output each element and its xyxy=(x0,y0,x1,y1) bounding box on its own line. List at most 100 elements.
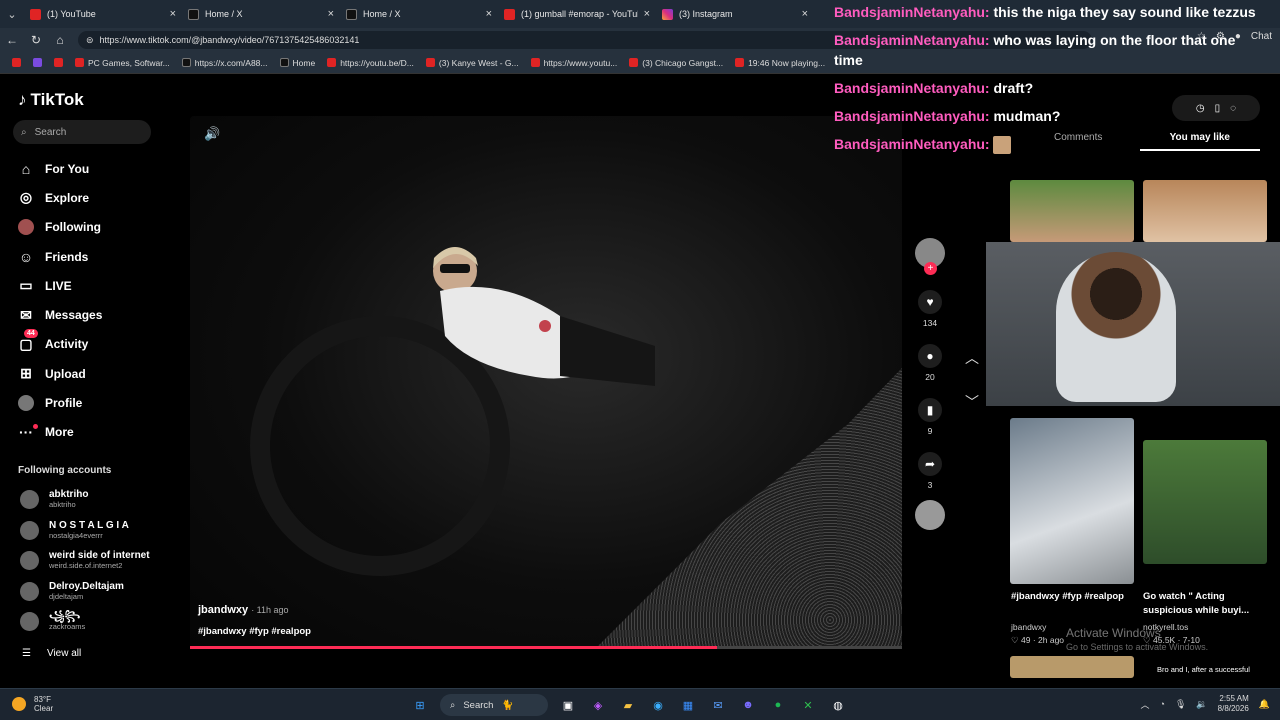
like-button[interactable]: ♥ xyxy=(918,290,942,314)
card-caption[interactable]: #jbandwxy #fyp #realpop xyxy=(1011,590,1129,604)
search-highlight-icon: 🐈 xyxy=(501,699,514,711)
system-tray: ︿ ◔ 🎙 🔉 2:55 AM 8/8/2026 🔔 xyxy=(1141,694,1270,714)
share-button[interactable]: ➦ xyxy=(918,452,942,476)
view-all-link[interactable]: ☰ View all xyxy=(22,648,81,659)
xbox-icon[interactable]: ✕ xyxy=(798,695,818,715)
follow-plus-icon[interactable]: + xyxy=(924,262,937,275)
emote-icon xyxy=(993,136,1012,155)
following-account[interactable]: Delroy.Deltajam djdeltajam xyxy=(20,581,124,601)
following-account[interactable]: ꧁꧂ zackroams xyxy=(20,611,85,631)
recommended-video-thumb[interactable] xyxy=(1143,180,1267,242)
notification-bell-icon[interactable]: 🔔 xyxy=(1259,699,1270,710)
avatar xyxy=(20,611,39,631)
search-input[interactable]: ⌕ Search xyxy=(13,120,151,144)
save-button[interactable]: ▮ xyxy=(918,398,942,422)
video-progress-bar[interactable] xyxy=(190,646,902,649)
taskbar-search[interactable]: ⌕ Search 🐈 xyxy=(440,694,548,716)
bookmark-item[interactable]: https://x.com/A88... xyxy=(176,58,274,68)
bookmark-item[interactable] xyxy=(48,58,69,67)
menu-item-for-you[interactable]: ⌂ For You xyxy=(18,154,102,183)
gravel-shape xyxy=(596,368,902,648)
bookmark-item[interactable]: (3) Kanye West - G... xyxy=(420,58,525,68)
file-explorer-icon[interactable]: ▰ xyxy=(618,695,638,715)
sound-disc[interactable] xyxy=(915,500,945,530)
activate-windows-watermark: Activate Windows xyxy=(1066,626,1161,640)
bookmark-item[interactable]: Home xyxy=(274,58,322,68)
network-icon[interactable]: ◔ xyxy=(1160,699,1165,709)
card-caption[interactable]: Go watch " Acting suspicious while buyi.… xyxy=(1143,590,1261,618)
card-author[interactable]: jbandwxy xyxy=(1011,622,1046,632)
card-caption[interactable]: Bro and I, after a successful xyxy=(1157,665,1250,674)
store-icon[interactable]: ▦ xyxy=(678,695,698,715)
comment-count: 20 xyxy=(925,372,935,382)
browser-tab[interactable]: (1) YouTube × xyxy=(24,0,182,28)
bookmark-item[interactable] xyxy=(27,58,48,67)
close-tab-icon[interactable]: × xyxy=(170,8,176,20)
menu-item-explore[interactable]: ◎ Explore xyxy=(18,183,102,212)
tray-chevron-icon[interactable]: ︿ xyxy=(1141,698,1150,711)
back-arrow-icon[interactable]: ← xyxy=(0,33,24,47)
volume-icon[interactable]: 🔊 xyxy=(204,126,220,142)
save-count: 9 xyxy=(927,426,933,436)
menu-item-more[interactable]: ··· More xyxy=(18,418,102,447)
following-account[interactable]: weird side of internet weird.side.of.inte… xyxy=(20,550,150,570)
bookmark-item[interactable]: (3) Chicago Gangst... xyxy=(623,58,729,68)
menu-item-following[interactable]: Following xyxy=(18,213,102,242)
tiktok-logo[interactable]: ♪ TikTok xyxy=(18,90,84,110)
bookmark-item[interactable]: https://youtu.be/D... xyxy=(321,58,420,68)
volume-icon[interactable]: 🔉 xyxy=(1196,699,1207,710)
menu-item-upload[interactable]: ⊞ Upload xyxy=(18,359,102,388)
edge-browser-icon[interactable]: ◉ xyxy=(648,695,668,715)
comment-button[interactable]: ● xyxy=(918,344,942,368)
weather-widget[interactable]: 83°F Clear xyxy=(12,695,53,713)
menu-item-messages[interactable]: ✉ Messages xyxy=(18,300,102,329)
site-info-icon[interactable]: ⊜ xyxy=(86,35,94,46)
video-author[interactable]: jbandwxy · 11h ago xyxy=(198,604,289,616)
copilot-icon[interactable]: ◈ xyxy=(588,695,608,715)
close-tab-icon[interactable]: × xyxy=(328,8,334,20)
close-tab-icon[interactable]: × xyxy=(644,8,650,20)
spotify-icon[interactable]: ● xyxy=(768,695,788,715)
x-logo-icon xyxy=(279,58,289,67)
moon-weather-icon xyxy=(12,697,26,711)
video-actions: + ♥ 134 ● 20 ▮ 9 ➦ 3 xyxy=(914,238,946,530)
bookmark-item[interactable] xyxy=(6,58,27,67)
reload-icon[interactable]: ↻ xyxy=(24,33,48,47)
clock[interactable]: 2:55 AM 8/8/2026 xyxy=(1218,694,1249,714)
obs-icon[interactable]: ◍ xyxy=(828,695,848,715)
recommended-video-thumb[interactable] xyxy=(1143,440,1267,564)
browser-tab[interactable]: Home / X × xyxy=(182,0,340,28)
close-tab-icon[interactable]: × xyxy=(486,8,492,20)
outlook-icon[interactable]: ✉ xyxy=(708,695,728,715)
browser-tab[interactable]: Home / X × xyxy=(340,0,498,28)
close-tab-icon[interactable]: × xyxy=(802,8,808,20)
video-hashtags[interactable]: #jbandwxy #fyp #realpop xyxy=(198,626,311,637)
webcam-overlay xyxy=(986,242,1280,406)
next-video-chevron-down-icon[interactable]: ﹀ xyxy=(960,390,984,414)
discord-icon[interactable]: ☻ xyxy=(738,695,758,715)
recommended-video-thumb[interactable] xyxy=(1010,656,1134,678)
menu-item-friends[interactable]: ☺ Friends xyxy=(18,242,102,271)
home-icon[interactable]: ⌂ xyxy=(48,33,72,47)
following-account[interactable]: abktriho abktriho xyxy=(20,489,88,509)
bookmark-item[interactable]: PC Games, Softwar... xyxy=(69,58,176,68)
recommended-video-thumb[interactable] xyxy=(1010,418,1134,584)
recommended-video-thumb[interactable] xyxy=(1010,180,1134,242)
share-count: 3 xyxy=(927,480,933,490)
previous-video-chevron-up-icon[interactable]: ︿ xyxy=(960,346,984,370)
menu-item-activity[interactable]: ▢ 44 Activity xyxy=(18,329,102,359)
stream-chat-overlay: BandsjaminNetanyahu: this the niga they … xyxy=(834,2,1264,162)
video-player[interactable]: 🔊 jbandwxy · 11h ago #jbandwxy #fyp #rea… xyxy=(190,116,902,648)
microphone-icon[interactable]: 🎙 xyxy=(1175,699,1186,710)
bookmark-item[interactable]: https://www.youtu... xyxy=(525,58,624,68)
creator-avatar[interactable]: + xyxy=(915,238,945,275)
browser-tab[interactable]: (3) Instagram × xyxy=(656,0,814,28)
tab-list-chevron-icon[interactable]: ⌄ xyxy=(0,0,24,28)
bookmark-item[interactable]: 19:46 Now playing... xyxy=(729,58,831,68)
menu-item-live[interactable]: ▭ LIVE xyxy=(18,271,102,300)
following-account[interactable]: N O S T A L G I Anostalgia4everrr xyxy=(20,520,129,540)
browser-tab[interactable]: (1) gumball #emorap - YouTube × xyxy=(498,0,656,28)
menu-item-profile[interactable]: Profile xyxy=(18,388,102,417)
windows-start-icon[interactable]: ⊞ xyxy=(410,695,430,715)
task-view-icon[interactable]: ▣ xyxy=(558,695,578,715)
